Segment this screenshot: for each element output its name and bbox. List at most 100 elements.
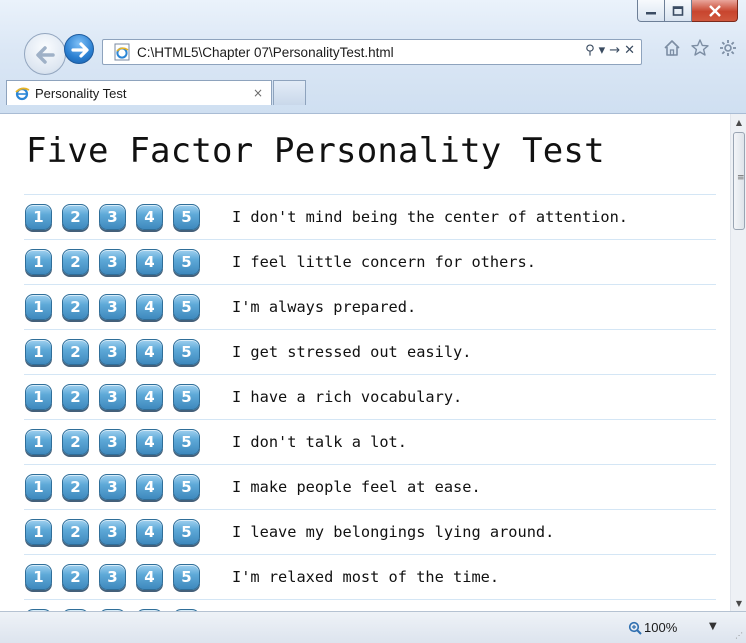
- question-text: I get stressed out easily.: [232, 343, 472, 361]
- stop-icon[interactable]: ✕: [624, 43, 635, 58]
- rating-button-2[interactable]: 2: [62, 294, 89, 320]
- question-row: 12345I have difficulty understanding abs…: [24, 599, 716, 611]
- rating-button-4[interactable]: 4: [136, 384, 163, 410]
- question-row: 12345 I make people feel at ease.: [24, 464, 716, 509]
- question-row: 12345I don't mind being the center of at…: [24, 194, 716, 239]
- star-icon[interactable]: [690, 38, 710, 58]
- rating-button-1[interactable]: 1: [25, 249, 52, 275]
- rating-button-1[interactable]: 1: [25, 384, 52, 410]
- rating-button-1[interactable]: 1: [25, 429, 52, 455]
- rating-button-group: 12345: [24, 294, 232, 320]
- rating-button-4[interactable]: 4: [136, 294, 163, 320]
- rating-button-4[interactable]: 4: [136, 204, 163, 230]
- tab-close-icon[interactable]: ×: [253, 86, 263, 100]
- rating-button-5[interactable]: 5: [173, 474, 200, 500]
- status-bar: 100% ▼ ⋰: [0, 611, 746, 643]
- rating-button-5[interactable]: 5: [173, 294, 200, 320]
- rating-button-4[interactable]: 4: [136, 249, 163, 275]
- rating-button-group: 12345: [24, 519, 232, 545]
- rating-button-4[interactable]: 4: [136, 564, 163, 590]
- scrollbar-thumb[interactable]: ≡: [733, 132, 745, 230]
- question-text: I have a rich vocabulary.: [232, 388, 463, 406]
- zoom-level: 100%: [644, 620, 678, 635]
- rating-button-4[interactable]: 4: [136, 474, 163, 500]
- rating-button-3[interactable]: 3: [99, 384, 126, 410]
- maximize-icon: [672, 5, 684, 16]
- forward-arrow-icon: [71, 42, 89, 58]
- rating-button-group: 12345: [24, 429, 232, 455]
- rating-button-2[interactable]: 2: [62, 519, 89, 545]
- zoom-dropdown-icon[interactable]: ▼: [709, 621, 717, 632]
- rating-button-5[interactable]: 5: [173, 249, 200, 275]
- resize-grip-icon[interactable]: ⋰: [735, 631, 743, 640]
- rating-button-1[interactable]: 1: [25, 339, 52, 365]
- tab-personality-test[interactable]: Personality Test ×: [6, 80, 272, 105]
- rating-button-1[interactable]: 1: [25, 204, 52, 230]
- rating-button-2[interactable]: 2: [62, 339, 89, 365]
- rating-button-2[interactable]: 2: [62, 384, 89, 410]
- rating-button-3[interactable]: 3: [99, 519, 126, 545]
- close-window-button[interactable]: [692, 0, 738, 22]
- question-text: I don't talk a lot.: [232, 433, 407, 451]
- back-button[interactable]: [24, 33, 66, 75]
- ie-tab-icon: [15, 87, 30, 101]
- scroll-up-icon[interactable]: ▲: [731, 114, 746, 130]
- rating-button-3[interactable]: 3: [99, 249, 126, 275]
- question-row: 12345 I get stressed out easily.: [24, 329, 716, 374]
- rating-button-3[interactable]: 3: [99, 429, 126, 455]
- question-text: I make people feel at ease.: [232, 478, 481, 496]
- rating-button-3[interactable]: 3: [99, 204, 126, 230]
- rating-button-1[interactable]: 1: [25, 294, 52, 320]
- browser-chrome: C:\HTML5\Chapter 07\PersonalityTest.html…: [0, 0, 746, 114]
- address-bar[interactable]: C:\HTML5\Chapter 07\PersonalityTest.html…: [102, 39, 642, 65]
- rating-button-4[interactable]: 4: [136, 429, 163, 455]
- zoom-control[interactable]: 100%: [628, 620, 677, 635]
- rating-button-5[interactable]: 5: [173, 204, 200, 230]
- ie-page-icon: [114, 43, 130, 61]
- gear-icon[interactable]: [718, 38, 738, 58]
- rating-button-5[interactable]: 5: [173, 429, 200, 455]
- rating-button-5[interactable]: 5: [173, 564, 200, 590]
- rating-button-1[interactable]: 1: [25, 564, 52, 590]
- go-icon[interactable]: →: [609, 43, 620, 58]
- rating-button-5[interactable]: 5: [173, 339, 200, 365]
- rating-button-1[interactable]: 1: [25, 474, 52, 500]
- rating-button-3[interactable]: 3: [99, 474, 126, 500]
- rating-button-2[interactable]: 2: [62, 249, 89, 275]
- rating-button-group: 12345: [24, 204, 232, 230]
- question-row: 12345 I have a rich vocabulary.: [24, 374, 716, 419]
- close-icon: [708, 4, 721, 17]
- minimize-icon: [646, 11, 656, 14]
- address-url: C:\HTML5\Chapter 07\PersonalityTest.html: [137, 44, 394, 60]
- question-text: I'm always prepared.: [232, 298, 417, 316]
- rating-button-5[interactable]: 5: [173, 384, 200, 410]
- rating-button-2[interactable]: 2: [62, 474, 89, 500]
- vertical-scrollbar[interactable]: ▲ ≡ ▼: [730, 114, 746, 611]
- scrollbar-grip-icon: ≡: [737, 173, 745, 183]
- page-content: Five Factor Personality Test 12345I don'…: [0, 114, 730, 611]
- rating-button-5[interactable]: 5: [173, 519, 200, 545]
- rating-button-3[interactable]: 3: [99, 339, 126, 365]
- rating-button-4[interactable]: 4: [136, 339, 163, 365]
- rating-button-2[interactable]: 2: [62, 564, 89, 590]
- rating-button-2[interactable]: 2: [62, 204, 89, 230]
- search-icon[interactable]: ⚲: [585, 43, 595, 58]
- rating-button-2[interactable]: 2: [62, 429, 89, 455]
- home-icon[interactable]: [662, 38, 682, 58]
- rating-button-4[interactable]: 4: [136, 519, 163, 545]
- scroll-down-icon[interactable]: ▼: [731, 595, 746, 611]
- rating-button-1[interactable]: 1: [25, 519, 52, 545]
- question-list: 12345I don't mind being the center of at…: [24, 194, 716, 611]
- question-text: I don't mind being the center of attenti…: [232, 208, 629, 226]
- rating-button-3[interactable]: 3: [99, 294, 126, 320]
- page-title: Five Factor Personality Test: [26, 131, 605, 171]
- new-tab-button[interactable]: [273, 80, 306, 105]
- maximize-button[interactable]: [665, 0, 692, 22]
- question-text: I'm relaxed most of the time.: [232, 568, 500, 586]
- question-text: I feel little concern for others.: [232, 253, 536, 271]
- rating-button-3[interactable]: 3: [99, 564, 126, 590]
- forward-button[interactable]: [64, 34, 94, 64]
- minimize-button[interactable]: [637, 0, 665, 22]
- rating-button-group: 12345: [24, 564, 232, 590]
- chevron-down-icon[interactable]: ▾: [599, 43, 606, 58]
